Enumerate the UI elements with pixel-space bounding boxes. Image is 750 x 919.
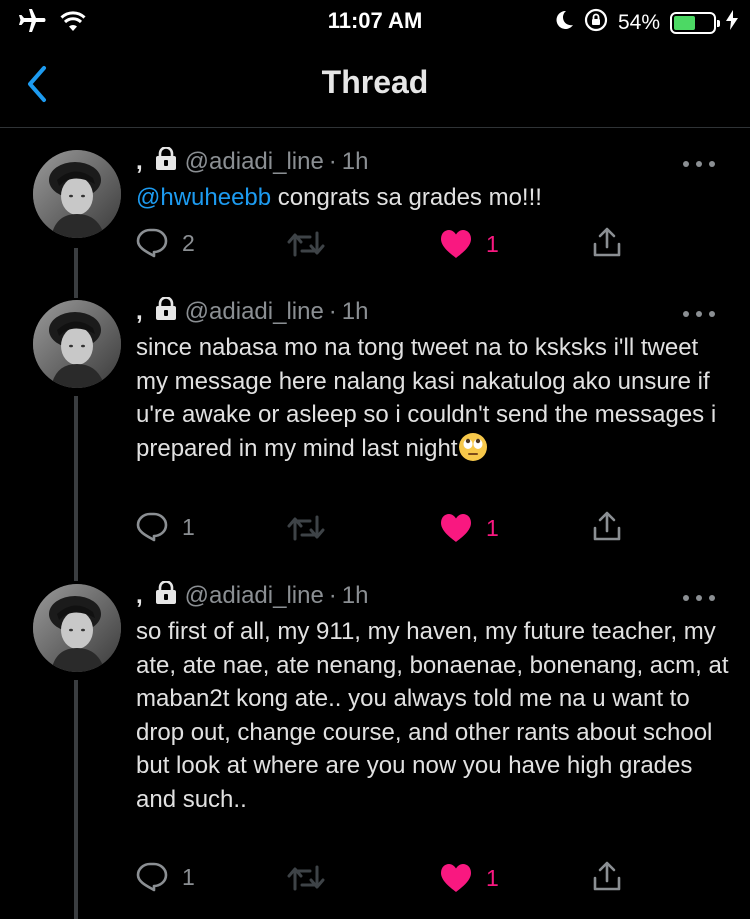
like-count: 1 [486,230,499,257]
more-dots-icon [682,159,716,169]
display-name[interactable]: , [136,148,143,176]
thread-connector [74,680,78,919]
lock-icon [155,581,177,612]
separator-dot: · [328,298,337,325]
more-dots-icon [682,593,716,603]
user-handle[interactable]: @adiadi_line [185,298,324,326]
battery-percent: 54% [617,11,660,34]
mention-link[interactable]: @hwuheebb [136,184,271,211]
navigation-bar: Thread [0,42,750,128]
like-button[interactable]: 1 [440,863,499,893]
more-options-button[interactable] [682,156,716,168]
tweet-body: since nabasa mo na tong tweet na to ksks… [136,334,717,462]
tweet-body: congrats sa grades mo!!! [271,184,542,211]
retweet-button[interactable] [286,863,326,893]
display-name[interactable]: , [136,298,143,326]
reply-icon [136,512,168,542]
reply-icon [136,228,168,258]
retweet-button[interactable] [286,513,326,543]
tweet-header: , @adiadi_line · 1h [136,294,369,330]
tweet-actions: 1 1 [136,510,636,546]
heart-icon [440,229,472,259]
more-options-button[interactable] [682,590,716,602]
avatar[interactable] [33,300,121,388]
reply-button[interactable]: 1 [136,862,195,892]
heart-icon [440,863,472,893]
status-bar: 11:07 AM 54% [0,0,750,42]
tweet-text: since nabasa mo na tong tweet na to ksks… [136,331,736,465]
tweet-actions: 1 1 [136,860,636,896]
retweet-button[interactable] [286,229,326,259]
thread-connector [74,248,78,298]
tweet-text: @hwuheebb congrats sa grades mo!!! [136,181,736,215]
tweet-header: , @adiadi_line · 1h [136,578,369,614]
tweet-time: 1h [341,148,369,175]
share-icon [592,226,622,258]
reply-button[interactable]: 2 [136,228,195,258]
reply-button[interactable]: 1 [136,512,195,542]
lock-icon [155,147,177,178]
share-icon [592,860,622,892]
tweet-header: , @adiadi_line · 1h [136,144,369,180]
user-handle[interactable]: @adiadi_line [185,148,324,176]
display-name[interactable]: , [136,582,143,610]
tweet-text: so first of all, my 911, my haven, my fu… [136,615,736,817]
user-handle[interactable]: @adiadi_line [185,582,324,610]
more-dots-icon [682,309,716,319]
tweet-body: so first of all, my 911, my haven, my fu… [136,618,729,813]
lock-icon [155,297,177,328]
tweet-time: 1h [341,298,369,325]
retweet-icon [286,863,326,893]
share-icon [592,510,622,542]
page-title: Thread [321,64,429,100]
thread-connector [74,396,78,581]
like-button[interactable]: 1 [440,229,499,259]
share-button[interactable] [592,510,622,542]
reply-icon [136,862,168,892]
reply-count: 1 [182,863,195,890]
battery-icon [670,12,720,34]
face-with-rolling-eyes-icon [458,432,488,462]
tweet-time: 1h [341,582,369,609]
tweet-actions: 2 1 [136,226,636,262]
retweet-icon [286,513,326,543]
separator-dot: · [328,582,337,609]
like-count: 1 [486,514,499,541]
like-button[interactable]: 1 [440,513,499,543]
charging-bolt-icon [726,10,738,36]
reply-count: 2 [182,229,195,256]
avatar[interactable] [33,584,121,672]
more-options-button[interactable] [682,306,716,318]
moon-icon [554,9,574,37]
rotation-lock-icon [584,8,608,38]
share-button[interactable] [592,860,622,892]
separator-dot: · [328,148,337,175]
avatar[interactable] [33,150,121,238]
retweet-icon [286,229,326,259]
heart-icon [440,513,472,543]
reply-count: 1 [182,513,195,540]
share-button[interactable] [592,226,622,258]
like-count: 1 [486,864,499,891]
